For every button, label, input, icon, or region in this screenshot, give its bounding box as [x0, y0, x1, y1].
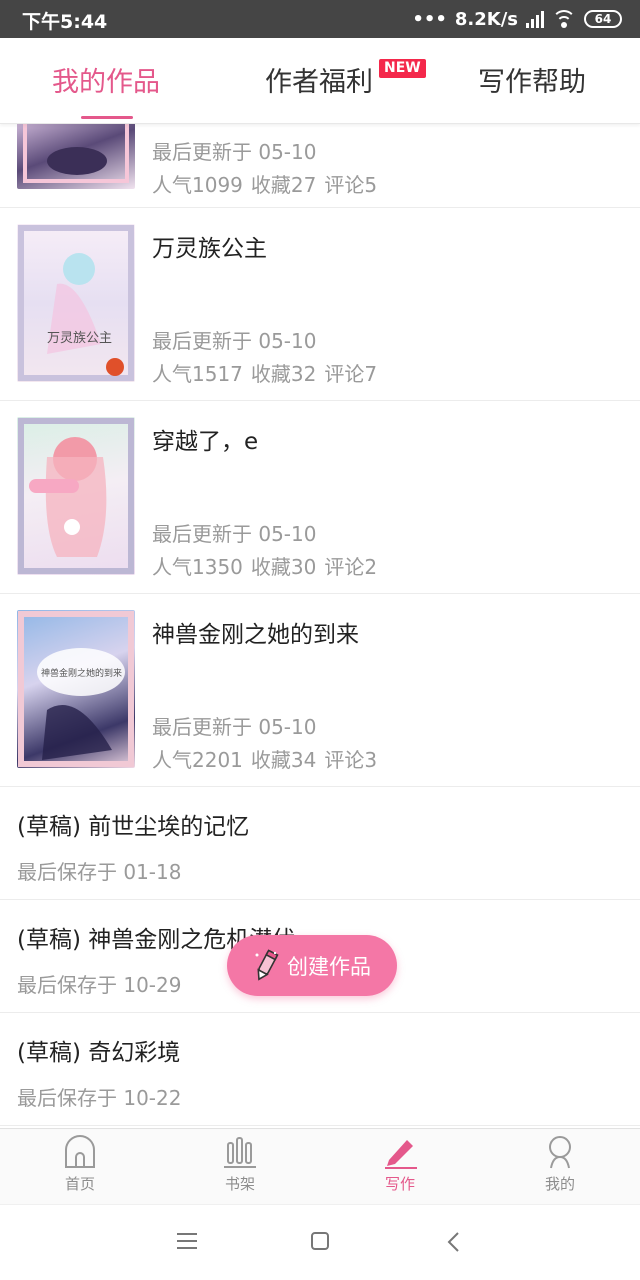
nav-home-label: 首页 — [64, 1175, 95, 1193]
work-updated: 最后更新于 05-10 — [152, 715, 317, 739]
nav-writing-label: 写作 — [384, 1175, 415, 1193]
work-item[interactable]: 万灵族公主 万灵族公主 最后更新于 05-10 人气1517 收藏32 评论7 — [0, 208, 640, 401]
nav-bookshelf[interactable]: 书架 — [200, 1135, 280, 1194]
favorites-count: 收藏32 — [250, 362, 317, 386]
comments-count: 评论5 — [324, 173, 378, 197]
status-right: ••• 8.2K/s 64 — [412, 7, 622, 31]
work-stats: 人气1350 收藏30 评论2 — [152, 551, 385, 580]
top-tabs: 我的作品 作者福利 NEW 写作帮助 — [0, 38, 640, 124]
status-bar: 下午5:44 ••• 8.2K/s 64 — [0, 0, 640, 38]
draft-item[interactable]: (草稿) 前世尘埃的记忆 最后保存于 01-18 — [0, 787, 640, 900]
system-nav-bar — [0, 1204, 640, 1280]
bottom-nav: 首页 书架 写作 我的 — [0, 1128, 640, 1204]
cell-signal-icon — [526, 10, 544, 28]
active-tab-indicator — [81, 116, 133, 119]
draft-title: (草稿) 奇幻彩境 — [17, 1040, 181, 1066]
comments-count: 评论3 — [324, 748, 378, 772]
popularity-count: 人气1350 — [152, 555, 243, 579]
work-stats: 人气1099 收藏27 评论5 — [152, 169, 385, 198]
book-cover: 神兽金刚之她的到来 — [17, 610, 135, 768]
work-updated: 最后更新于 05-10 — [152, 329, 317, 353]
draft-saved: 最后保存于 10-29 — [17, 973, 182, 997]
battery-icon: 64 — [584, 10, 622, 28]
work-title: 万灵族公主 — [152, 236, 267, 262]
draft-title: (草稿) 前世尘埃的记忆 — [17, 814, 250, 840]
comments-count: 评论2 — [324, 555, 378, 579]
book-cover: 万灵族公主 — [17, 224, 135, 382]
work-item[interactable]: 穿越了，e 最后更新于 05-10 人气1350 收藏30 评论2 — [0, 401, 640, 594]
new-badge: NEW — [379, 59, 426, 78]
create-work-label: 创建作品 — [287, 954, 371, 979]
popularity-count: 人气1517 — [152, 362, 243, 386]
create-work-button[interactable]: 创建作品 — [227, 935, 397, 996]
work-item[interactable]: 最后更新于 05-10 人气1099 收藏27 评论5 — [0, 124, 640, 208]
pen-icon — [385, 1140, 417, 1169]
work-title: 神兽金刚之她的到来 — [152, 622, 359, 648]
book-cover — [17, 417, 135, 575]
tab-writing-help[interactable]: 写作帮助 — [478, 60, 586, 99]
nav-bookshelf-label: 书架 — [224, 1175, 255, 1193]
work-title: 穿越了，e — [152, 429, 259, 455]
pencil-icon — [255, 948, 279, 981]
draft-saved: 最后保存于 10-22 — [17, 1086, 182, 1110]
profile-icon — [549, 1136, 571, 1169]
book-cover — [17, 124, 135, 189]
svg-text:神兽金刚之她的到来: 神兽金刚之她的到来 — [41, 667, 122, 679]
nav-writing[interactable]: 写作 — [360, 1135, 440, 1194]
draft-saved: 最后保存于 01-18 — [17, 860, 182, 884]
home-square-icon[interactable] — [310, 1231, 330, 1251]
work-updated: 最后更新于 05-10 — [152, 522, 317, 546]
nav-profile-label: 我的 — [544, 1175, 575, 1193]
wifi-icon — [552, 10, 576, 28]
work-stats: 人气1517 收藏32 评论7 — [152, 358, 385, 387]
more-dots-icon: ••• — [412, 8, 447, 30]
comments-count: 评论7 — [324, 362, 378, 386]
menu-icon[interactable] — [176, 1231, 198, 1251]
draft-item[interactable]: (草稿) 奇幻彩境 最后保存于 10-22 — [0, 1013, 640, 1126]
nav-profile[interactable]: 我的 — [520, 1135, 600, 1194]
back-icon[interactable] — [446, 1231, 460, 1253]
popularity-count: 人气2201 — [152, 748, 243, 772]
network-speed: 8.2K/s — [454, 8, 518, 30]
bookshelf-icon — [224, 1137, 256, 1168]
popularity-count: 人气1099 — [152, 173, 243, 197]
tab-my-works[interactable]: 我的作品 — [52, 60, 160, 99]
tab-author-benefits[interactable]: 作者福利 — [265, 60, 373, 99]
nav-home[interactable]: 首页 — [40, 1135, 120, 1194]
favorites-count: 收藏34 — [250, 748, 317, 772]
status-time: 下午5:44 — [22, 11, 108, 33]
favorites-count: 收藏30 — [250, 555, 317, 579]
favorites-count: 收藏27 — [250, 173, 317, 197]
svg-text:万灵族公主: 万灵族公主 — [47, 330, 112, 346]
battery-level: 64 — [594, 12, 612, 26]
work-updated: 最后更新于 05-10 — [152, 140, 317, 164]
work-item[interactable]: 神兽金刚之她的到来 神兽金刚之她的到来 最后更新于 05-10 人气2201 收藏… — [0, 594, 640, 787]
home-icon — [65, 1135, 95, 1168]
work-stats: 人气2201 收藏34 评论3 — [152, 744, 385, 773]
